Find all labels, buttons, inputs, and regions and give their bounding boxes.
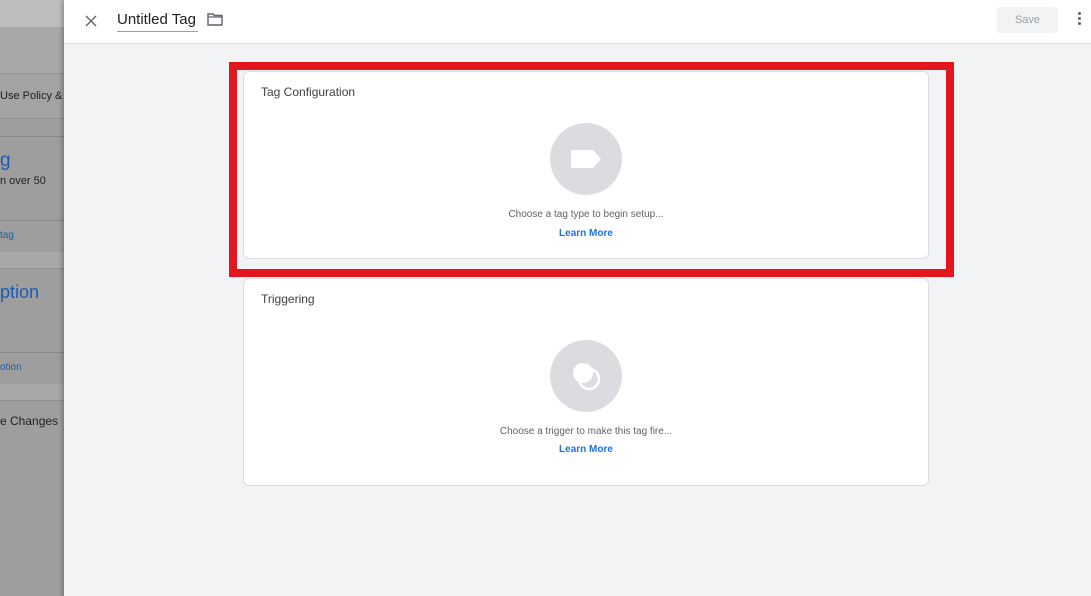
folder-icon[interactable] xyxy=(207,12,223,26)
choose-trigger-button[interactable] xyxy=(550,340,622,412)
close-button[interactable] xyxy=(80,10,102,32)
background-topbar xyxy=(0,0,64,27)
background-policy-text: Use Policy & T xyxy=(0,90,64,102)
background-band xyxy=(0,252,64,269)
choose-tag-type-button[interactable] xyxy=(550,123,622,195)
save-button[interactable]: Save xyxy=(997,7,1058,33)
tag-configuration-learn-more-link[interactable]: Learn More xyxy=(244,228,928,239)
panel-header: Untitled Tag Save xyxy=(64,0,1091,44)
tag-configuration-hint: Choose a tag type to begin setup... xyxy=(508,209,664,220)
background-band xyxy=(0,384,64,401)
triggering-learn-more-link[interactable]: Learn More xyxy=(244,444,928,455)
more-vert-icon[interactable] xyxy=(1072,10,1086,30)
tag-configuration-card[interactable]: Tag Configuration Choose a tag type to b… xyxy=(243,71,929,259)
trigger-icon xyxy=(573,363,601,391)
triggering-card[interactable]: Triggering Choose a trigger to make this… xyxy=(243,278,929,486)
background-link: otion xyxy=(0,362,22,373)
background-link: tag xyxy=(0,230,14,241)
background-divider xyxy=(0,220,64,221)
triggering-title: Triggering xyxy=(261,292,315,306)
tag-icon xyxy=(571,150,601,168)
background-divider xyxy=(0,352,64,353)
background-heading: g xyxy=(0,150,11,171)
background-heading: ption xyxy=(0,282,40,302)
background-divider xyxy=(0,136,64,137)
tag-editor-panel: Untitled Tag Save Tag Configuration Choo… xyxy=(64,0,1091,596)
tag-configuration-title: Tag Configuration xyxy=(261,85,356,99)
background-text: n over 50 xyxy=(0,175,46,187)
background-band xyxy=(0,27,64,74)
background-text: e Changes xyxy=(0,414,59,428)
background-page: Use Policy & T g n over 50 tag ption oti… xyxy=(0,0,64,596)
triggering-hint: Choose a trigger to make this tag fire..… xyxy=(499,426,673,437)
tag-name-field[interactable]: Untitled Tag xyxy=(117,9,198,32)
close-icon xyxy=(85,15,97,27)
